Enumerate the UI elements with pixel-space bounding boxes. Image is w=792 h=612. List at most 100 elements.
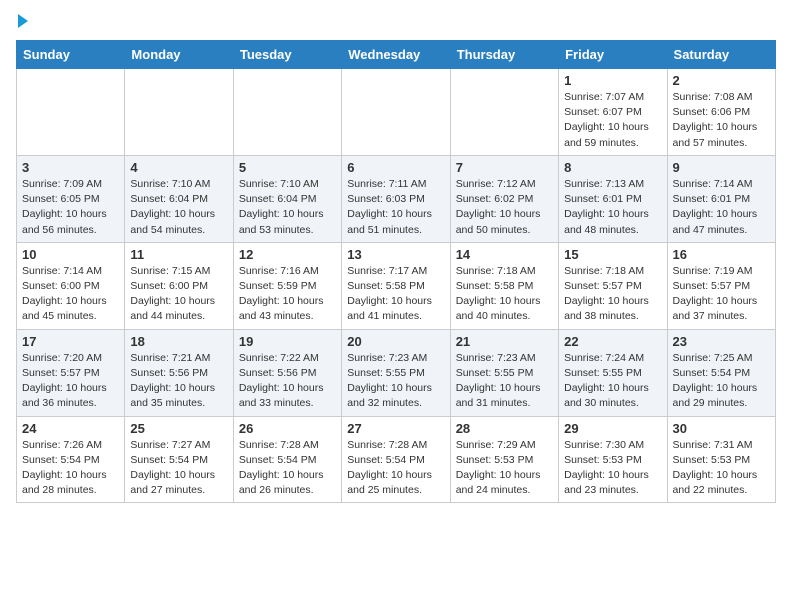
calendar-day-cell: 11 Sunrise: 7:15 AM Sunset: 6:00 PM Dayli…: [125, 242, 233, 329]
calendar-day-cell: [233, 69, 341, 156]
calendar-day-cell: 10 Sunrise: 7:14 AM Sunset: 6:00 PM Dayli…: [17, 242, 125, 329]
calendar-day-cell: 23Sunrise: 7:25 AM Sunset: 5:54 PM Dayli…: [667, 329, 775, 416]
day-number: 15: [564, 247, 661, 262]
day-number: 14: [456, 247, 553, 262]
page-header: [16, 16, 776, 28]
weekday-friday: Friday: [559, 41, 667, 69]
day-detail: Sunrise: 7:28 AM Sunset: 5:54 PM Dayligh…: [239, 438, 336, 499]
day-number: 4: [130, 160, 227, 175]
day-detail: Sunrise: 7:08 AM Sunset: 6:06 PM Dayligh…: [673, 90, 770, 151]
day-number: 5: [239, 160, 336, 175]
day-detail: Sunrise: 7:24 AM Sunset: 5:55 PM Dayligh…: [564, 351, 661, 412]
day-detail: Sunrise: 7:13 AM Sunset: 6:01 PM Dayligh…: [564, 177, 661, 238]
day-number: 2: [673, 73, 770, 88]
weekday-saturday: Saturday: [667, 41, 775, 69]
calendar-day-cell: 17 Sunrise: 7:20 AM Sunset: 5:57 PM Dayli…: [17, 329, 125, 416]
day-detail: Sunrise: 7:18 AM Sunset: 5:57 PM Dayligh…: [564, 264, 661, 325]
calendar-week-row: 24 Sunrise: 7:26 AM Sunset: 5:54 PM Dayli…: [17, 416, 776, 503]
calendar-day-cell: [450, 69, 558, 156]
calendar-day-cell: 14 Sunrise: 7:18 AM Sunset: 5:58 PM Dayli…: [450, 242, 558, 329]
calendar-day-cell: 12 Sunrise: 7:16 AM Sunset: 5:59 PM Dayli…: [233, 242, 341, 329]
day-number: 6: [347, 160, 444, 175]
day-detail: Sunrise: 7:11 AM Sunset: 6:03 PM Dayligh…: [347, 177, 444, 238]
calendar-day-cell: 4 Sunrise: 7:10 AM Sunset: 6:04 PM Daylig…: [125, 155, 233, 242]
calendar-day-cell: 28 Sunrise: 7:29 AM Sunset: 5:53 PM Dayli…: [450, 416, 558, 503]
calendar-day-cell: 25Sunrise: 7:27 AM Sunset: 5:54 PM Dayli…: [125, 416, 233, 503]
day-detail: Sunrise: 7:14 AM Sunset: 6:00 PM Dayligh…: [22, 264, 119, 325]
calendar-day-cell: 1 Sunrise: 7:07 AM Sunset: 6:07 PM Daylig…: [559, 69, 667, 156]
calendar-day-cell: 13 Sunrise: 7:17 AM Sunset: 5:58 PM Dayli…: [342, 242, 450, 329]
logo: [16, 16, 28, 28]
day-number: 16: [673, 247, 770, 262]
calendar-day-cell: 24 Sunrise: 7:26 AM Sunset: 5:54 PM Dayli…: [17, 416, 125, 503]
day-detail: Sunrise: 7:07 AM Sunset: 6:07 PM Dayligh…: [564, 90, 661, 151]
day-detail: Sunrise: 7:30 AM Sunset: 5:53 PM Dayligh…: [564, 438, 661, 499]
day-detail: Sunrise: 7:26 AM Sunset: 5:54 PM Dayligh…: [22, 438, 119, 499]
day-detail: Sunrise: 7:25 AM Sunset: 5:54 PM Dayligh…: [673, 351, 770, 412]
day-number: 12: [239, 247, 336, 262]
day-number: 11: [130, 247, 227, 262]
calendar-day-cell: 6 Sunrise: 7:11 AM Sunset: 6:03 PM Daylig…: [342, 155, 450, 242]
day-detail: Sunrise: 7:16 AM Sunset: 5:59 PM Dayligh…: [239, 264, 336, 325]
day-detail: Sunrise: 7:23 AM Sunset: 5:55 PM Dayligh…: [456, 351, 553, 412]
day-detail: Sunrise: 7:19 AM Sunset: 5:57 PM Dayligh…: [673, 264, 770, 325]
weekday-wednesday: Wednesday: [342, 41, 450, 69]
day-number: 18: [130, 334, 227, 349]
weekday-tuesday: Tuesday: [233, 41, 341, 69]
calendar-week-row: 10 Sunrise: 7:14 AM Sunset: 6:00 PM Dayli…: [17, 242, 776, 329]
day-detail: Sunrise: 7:27 AM Sunset: 5:54 PM Dayligh…: [130, 438, 227, 499]
day-detail: Sunrise: 7:22 AM Sunset: 5:56 PM Dayligh…: [239, 351, 336, 412]
day-number: 27: [347, 421, 444, 436]
calendar-week-row: 1 Sunrise: 7:07 AM Sunset: 6:07 PM Daylig…: [17, 69, 776, 156]
weekday-thursday: Thursday: [450, 41, 558, 69]
day-detail: Sunrise: 7:23 AM Sunset: 5:55 PM Dayligh…: [347, 351, 444, 412]
calendar-day-cell: 22 Sunrise: 7:24 AM Sunset: 5:55 PM Dayli…: [559, 329, 667, 416]
day-number: 19: [239, 334, 336, 349]
calendar-day-cell: 15 Sunrise: 7:18 AM Sunset: 5:57 PM Dayli…: [559, 242, 667, 329]
day-number: 17: [22, 334, 119, 349]
calendar-day-cell: 29 Sunrise: 7:30 AM Sunset: 5:53 PM Dayli…: [559, 416, 667, 503]
calendar-day-cell: 30 Sunrise: 7:31 AM Sunset: 5:53 PM Dayli…: [667, 416, 775, 503]
day-detail: Sunrise: 7:17 AM Sunset: 5:58 PM Dayligh…: [347, 264, 444, 325]
weekday-sunday: Sunday: [17, 41, 125, 69]
day-detail: Sunrise: 7:29 AM Sunset: 5:53 PM Dayligh…: [456, 438, 553, 499]
day-number: 26: [239, 421, 336, 436]
day-number: 3: [22, 160, 119, 175]
day-number: 9: [673, 160, 770, 175]
day-number: 30: [673, 421, 770, 436]
calendar-day-cell: 21Sunrise: 7:23 AM Sunset: 5:55 PM Dayli…: [450, 329, 558, 416]
day-detail: Sunrise: 7:31 AM Sunset: 5:53 PM Dayligh…: [673, 438, 770, 499]
day-number: 22: [564, 334, 661, 349]
day-detail: Sunrise: 7:15 AM Sunset: 6:00 PM Dayligh…: [130, 264, 227, 325]
day-detail: Sunrise: 7:20 AM Sunset: 5:57 PM Dayligh…: [22, 351, 119, 412]
day-number: 20: [347, 334, 444, 349]
calendar-day-cell: 7Sunrise: 7:12 AM Sunset: 6:02 PM Daylig…: [450, 155, 558, 242]
calendar-day-cell: 26 Sunrise: 7:28 AM Sunset: 5:54 PM Dayli…: [233, 416, 341, 503]
calendar-day-cell: 3Sunrise: 7:09 AM Sunset: 6:05 PM Daylig…: [17, 155, 125, 242]
day-number: 24: [22, 421, 119, 436]
calendar-day-cell: 27Sunrise: 7:28 AM Sunset: 5:54 PM Dayli…: [342, 416, 450, 503]
calendar-week-row: 3Sunrise: 7:09 AM Sunset: 6:05 PM Daylig…: [17, 155, 776, 242]
weekday-header-row: SundayMondayTuesdayWednesdayThursdayFrid…: [17, 41, 776, 69]
day-number: 29: [564, 421, 661, 436]
logo-arrow-icon: [18, 14, 28, 28]
day-number: 7: [456, 160, 553, 175]
day-number: 28: [456, 421, 553, 436]
day-detail: Sunrise: 7:21 AM Sunset: 5:56 PM Dayligh…: [130, 351, 227, 412]
calendar-day-cell: 2 Sunrise: 7:08 AM Sunset: 6:06 PM Daylig…: [667, 69, 775, 156]
calendar-day-cell: 5 Sunrise: 7:10 AM Sunset: 6:04 PM Daylig…: [233, 155, 341, 242]
weekday-monday: Monday: [125, 41, 233, 69]
day-number: 1: [564, 73, 661, 88]
day-detail: Sunrise: 7:14 AM Sunset: 6:01 PM Dayligh…: [673, 177, 770, 238]
calendar-day-cell: [342, 69, 450, 156]
day-number: 13: [347, 247, 444, 262]
day-detail: Sunrise: 7:10 AM Sunset: 6:04 PM Dayligh…: [130, 177, 227, 238]
calendar-day-cell: 19 Sunrise: 7:22 AM Sunset: 5:56 PM Dayli…: [233, 329, 341, 416]
calendar-day-cell: 20 Sunrise: 7:23 AM Sunset: 5:55 PM Dayli…: [342, 329, 450, 416]
day-detail: Sunrise: 7:10 AM Sunset: 6:04 PM Dayligh…: [239, 177, 336, 238]
calendar-day-cell: 18 Sunrise: 7:21 AM Sunset: 5:56 PM Dayli…: [125, 329, 233, 416]
day-detail: Sunrise: 7:18 AM Sunset: 5:58 PM Dayligh…: [456, 264, 553, 325]
calendar-day-cell: 8Sunrise: 7:13 AM Sunset: 6:01 PM Daylig…: [559, 155, 667, 242]
calendar-day-cell: 16 Sunrise: 7:19 AM Sunset: 5:57 PM Dayli…: [667, 242, 775, 329]
day-number: 10: [22, 247, 119, 262]
